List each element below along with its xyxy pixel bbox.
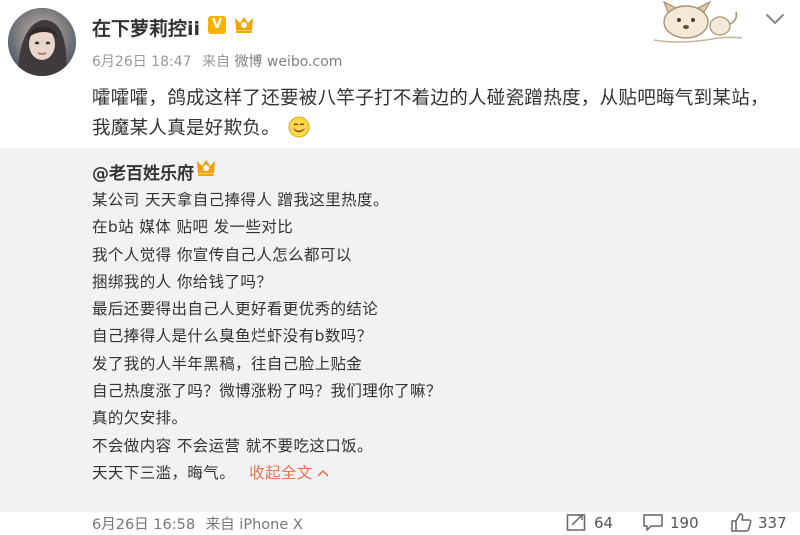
member-badge-icon[interactable] [194,158,218,178]
repost-line: 某公司 天天拿自己捧得人 蹭我这里热度。 [92,191,389,209]
smile-emoji [288,116,310,138]
post-meta: 6月26日 18:47 来自 微博 weibo.com [92,51,342,71]
post-text: 嚯嚯嚯，鸽成这样了还要被八竿子打不着边的人碰瓷蹭热度，从贴吧晦气到某站，我魔某人… [92,84,782,144]
repost-line: 最后还要得出自己人更好看更优秀的结论 [92,300,379,319]
member-badge-icon[interactable] [232,15,256,35]
repost-body: 某公司 天天拿自己捧得人 蹭我这里热度。 在b站 媒体 贴吧 发一些对比 我个人… [92,187,752,487]
post-body: 嚯嚯嚯，鸽成这样了还要被八竿子打不着边的人碰瓷蹭热度，从贴吧晦气到某站，我魔某人… [92,88,769,139]
comment-icon [643,514,663,531]
repost-line-text: 天天下三滥，晦气。 [92,463,236,482]
collapse-label[interactable]: 收起全文 [249,464,313,482]
repost-line: 我个人觉得 你宣传自己人怎么都可以 [92,245,352,264]
collapse-link[interactable]: 收起全文 [249,464,329,482]
like-icon [731,513,752,532]
repost-source[interactable]: iPhone X [239,517,303,533]
repost-count: 64 [594,514,614,532]
repost-author-name[interactable]: @老百姓乐府 [92,159,194,184]
reposted-weibo: @老百姓乐府 某公司 天天拿自己捧得人 蹭我这里热度。 在b站 媒体 贴吧 发一… [0,148,800,512]
repost-line: 自己捧得人是什么臭鱼烂虾没有b数吗？ [92,327,373,346]
dog-decoration-icon [653,0,743,43]
verified-icon[interactable]: V [208,16,226,34]
source-prefix: 来自 [201,54,230,70]
repost-line: 真的欠安排。 [92,409,188,428]
repost-line: 不会做内容 不会运营 就不要吃这口饭。 [92,436,373,455]
repost-time[interactable]: 6月26日 16:58 [92,517,195,533]
source-prefix: 来自 [205,517,235,533]
repost-line: 发了我的人半年黑稿，往自己脸上贴金 [92,354,363,373]
avatar-image [8,8,76,76]
like-count: 337 [758,514,787,532]
comment-count: 190 [670,514,699,532]
post-time[interactable]: 6月26日 18:47 [92,54,192,70]
repost-line: 自己热度涨了吗？微博涨粉了吗？我们理你了嘛？ [92,382,442,401]
post-author-name[interactable]: 在下萝莉控ii [92,14,200,41]
repost-line: 在b站 媒体 贴吧 发一些对比 [92,218,294,237]
chevron-down-icon[interactable] [764,11,786,27]
caret-up-icon[interactable] [317,469,329,477]
repost-line: 捆绑我的人 你给钱了吗？ [92,272,273,291]
repost-line-last: 天天下三滥，晦气。 收起全文 [92,460,752,487]
repost-meta: 6月26日 16:58 来自 iPhone X [92,513,303,534]
avatar[interactable] [8,8,76,76]
repost-icon [566,514,586,531]
post-source[interactable]: 微博 weibo.com [234,54,342,70]
